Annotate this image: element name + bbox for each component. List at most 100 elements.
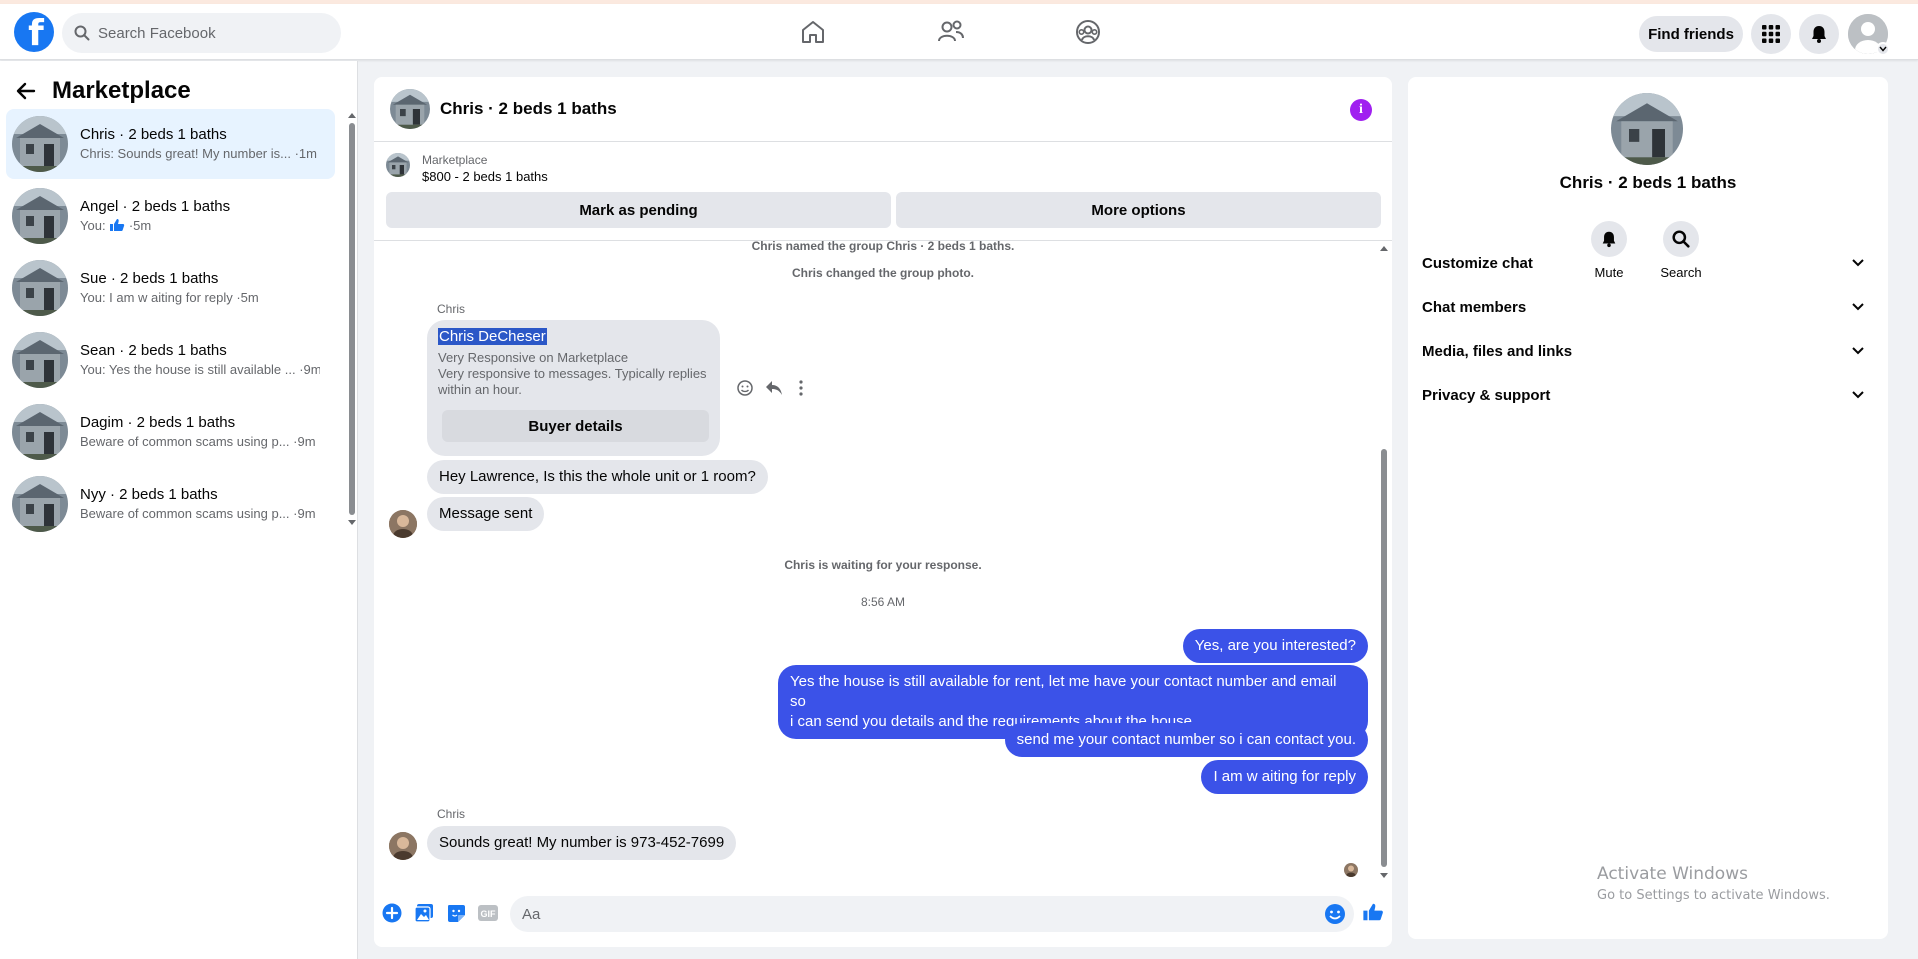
scroll-up-arrow-icon[interactable]	[347, 111, 357, 119]
listing-photo-avatar	[12, 332, 68, 388]
conversation-name: Sean · 2 beds 1 baths	[80, 342, 227, 359]
section-label: Media, files and links	[1422, 342, 1573, 360]
conversation-preview: You: Yes the house is still available ..…	[80, 362, 320, 377]
chat-title[interactable]: Chris · 2 beds 1 baths	[440, 99, 617, 119]
react-emoji-icon[interactable]	[736, 379, 754, 397]
thumbs-up-icon	[110, 219, 125, 231]
scroll-down-arrow-icon[interactable]	[347, 519, 357, 527]
chat-members-section[interactable]: Chat members	[1422, 285, 1874, 329]
conversation-sidebar: Marketplace Chris · 2 beds 1 baths Chris…	[0, 61, 358, 959]
more-vertical-icon[interactable]	[798, 380, 804, 396]
conversation-name: Angel · 2 beds 1 baths	[80, 198, 231, 215]
conversation-preview: Beware of common scams using p... ·9m	[80, 434, 316, 449]
scroll-down-arrow-icon[interactable]	[1378, 872, 1390, 880]
message-input[interactable]	[522, 905, 1302, 923]
more-options-button[interactable]: More options	[896, 192, 1381, 228]
friends-icon[interactable]	[937, 18, 965, 46]
chevron-down-icon	[1852, 303, 1864, 311]
mark-as-pending-button[interactable]: Mark as pending	[386, 192, 891, 228]
section-label: Customize chat	[1422, 254, 1533, 272]
listing-photo-avatar	[12, 404, 68, 460]
chat-scroll-thumb[interactable]	[1381, 449, 1387, 867]
listing-thumbnail[interactable]	[386, 153, 410, 177]
listing-photo-avatar	[12, 476, 68, 532]
conversation-item-dagim[interactable]: Dagim · 2 beds 1 baths Beware of common …	[6, 397, 335, 467]
conversation-name: Chris · 2 beds 1 baths	[80, 126, 227, 143]
back-arrow-icon[interactable]	[16, 82, 36, 100]
message-composer: GIF	[374, 885, 1392, 947]
system-message: Chris changed the group photo.	[792, 266, 974, 280]
scroll-up-arrow-icon[interactable]	[1378, 244, 1390, 252]
reply-icon[interactable]	[765, 380, 783, 396]
preview-prefix: You:	[80, 218, 106, 233]
chevron-down-icon	[1852, 347, 1864, 355]
find-friends-button[interactable]: Find friends	[1639, 16, 1743, 52]
conversation-preview: You: I am w aiting for reply ·5m	[80, 290, 259, 305]
chat-scrollbar[interactable]	[1378, 242, 1390, 882]
add-plus-icon[interactable]	[381, 902, 403, 924]
conversation-item-sue[interactable]: Sue · 2 beds 1 baths You: I am w aiting …	[6, 253, 335, 323]
outgoing-message[interactable]: send me your contact number so i can con…	[1004, 723, 1368, 757]
buyer-details-button[interactable]: Buyer details	[442, 410, 709, 442]
message-input-box[interactable]	[510, 896, 1354, 932]
conversation-item-angel[interactable]: Angel · 2 beds 1 baths You: ·5m	[6, 181, 335, 251]
incoming-message[interactable]: Sounds great! My number is 973-452-7699	[427, 826, 737, 860]
home-icon[interactable]	[799, 18, 827, 46]
conversation-item-chris[interactable]: Chris · 2 beds 1 baths Chris: Sounds gre…	[6, 109, 335, 179]
sender-avatar[interactable]	[389, 832, 417, 860]
buyer-reply-time: Very responsive to messages. Typically r…	[438, 366, 707, 397]
svg-text:GIF: GIF	[481, 909, 497, 919]
sender-name: Chris	[437, 807, 466, 821]
conversation-name: Sue · 2 beds 1 baths	[80, 270, 219, 287]
incoming-message[interactable]: Hey Lawrence, Is this the whole unit or …	[427, 460, 768, 494]
top-navigation-bar: f Find friends	[0, 4, 1918, 60]
section-label: Chat members	[1422, 298, 1527, 316]
photo-gallery-icon[interactable]	[413, 902, 435, 924]
waiting-notice: Chris is waiting for your response.	[784, 558, 982, 572]
menu-grid-icon[interactable]	[1751, 14, 1791, 54]
conversation-preview: Beware of common scams using p... ·9m	[80, 506, 316, 521]
chat-details-panel: Chris · 2 beds 1 baths Mute Search Custo…	[1408, 77, 1888, 939]
search-box[interactable]	[62, 13, 341, 53]
watermark-title: Activate Windows	[1597, 864, 1748, 884]
buyer-name: Chris DeCheser	[438, 328, 547, 345]
group-photo-avatar[interactable]	[1611, 93, 1683, 165]
chat-window: Chris · 2 beds 1 baths i Marketplace $80…	[374, 77, 1392, 947]
buyer-profile-card: Chris DeCheser Very Responsive on Market…	[427, 320, 720, 456]
emoji-icon[interactable]	[1324, 903, 1346, 925]
listing-price-title[interactable]: $800 - 2 beds 1 baths	[422, 169, 548, 184]
chevron-down-icon	[1852, 259, 1864, 267]
conversation-name: Nyy · 2 beds 1 baths	[80, 486, 218, 503]
info-icon[interactable]: i	[1350, 99, 1372, 121]
conversation-name: Dagim · 2 beds 1 baths	[80, 414, 236, 431]
account-chevron-down-icon[interactable]	[1876, 42, 1890, 56]
system-message: Chris named the group Chris · 2 beds 1 b…	[751, 239, 1015, 253]
marketplace-label: Marketplace	[422, 153, 488, 167]
sender-name: Chris	[437, 302, 466, 316]
notifications-bell-icon[interactable]	[1799, 14, 1839, 54]
conversation-item-sean[interactable]: Sean · 2 beds 1 baths You: Yes the house…	[6, 325, 335, 395]
outgoing-message[interactable]: Yes, are you interested?	[1182, 629, 1368, 663]
media-files-links-section[interactable]: Media, files and links	[1422, 329, 1874, 373]
watermark-subtitle: Go to Settings to activate Windows.	[1597, 888, 1830, 903]
timestamp: 8:56 AM	[860, 595, 906, 609]
gif-icon[interactable]: GIF	[477, 902, 499, 924]
facebook-logo-icon[interactable]: f	[14, 12, 54, 52]
outgoing-message-line: Yes the house is still available for ren…	[790, 673, 1337, 710]
customize-chat-section[interactable]: Customize chat	[1422, 241, 1874, 285]
outgoing-message[interactable]: I am w aiting for reply	[1201, 760, 1368, 794]
groups-icon[interactable]	[1074, 18, 1102, 46]
incoming-message[interactable]: Message sent	[427, 497, 545, 531]
sticker-icon[interactable]	[445, 902, 467, 924]
privacy-support-section[interactable]: Privacy & support	[1422, 373, 1874, 417]
sidebar-scrollbar[interactable]	[347, 109, 357, 529]
listing-photo-avatar	[12, 116, 68, 172]
conversation-item-nyy[interactable]: Nyy · 2 beds 1 baths Beware of common sc…	[6, 469, 335, 539]
sidebar-header: Marketplace	[16, 77, 191, 105]
thumbs-up-send-icon[interactable]	[1360, 899, 1386, 925]
chat-avatar[interactable]	[390, 89, 430, 129]
sidebar-scroll-thumb[interactable]	[349, 123, 355, 515]
chat-header: Chris · 2 beds 1 baths i	[374, 77, 1392, 142]
search-input[interactable]	[98, 24, 318, 42]
sender-avatar[interactable]	[389, 510, 417, 538]
